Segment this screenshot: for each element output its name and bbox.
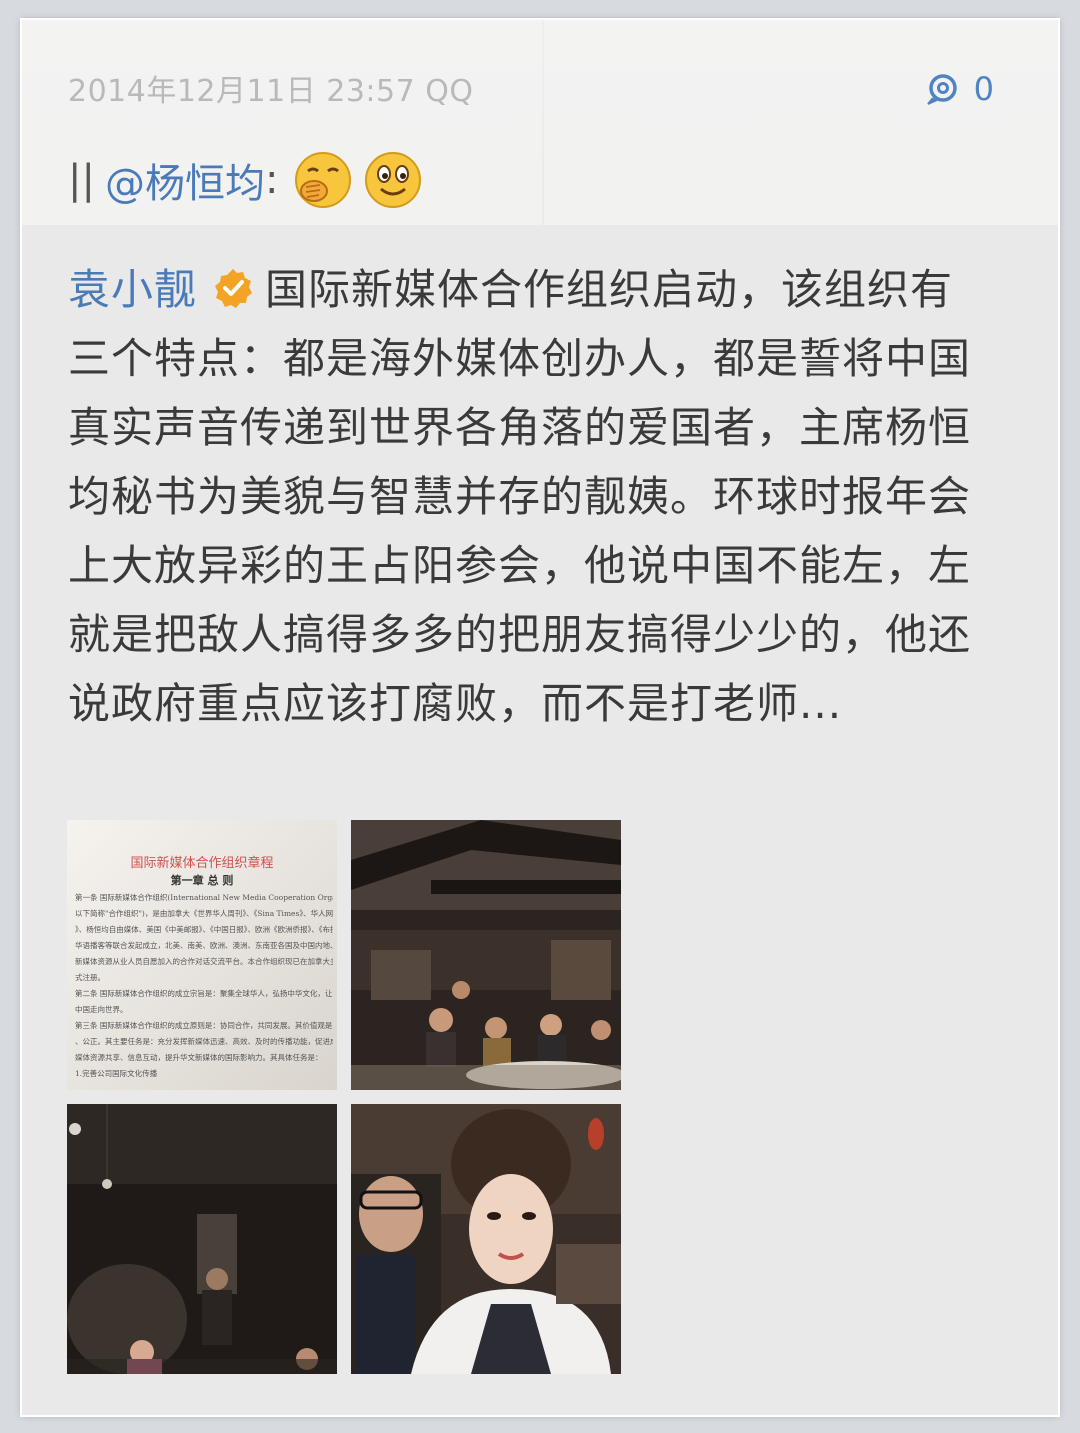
post-text: 国际新媒体合作组织启动，该组织有三个特点：都是海外媒体创办人，都是誓将中国真实声… [68,265,972,728]
document-chapter: 第一章 总 则 [170,874,234,887]
banquet-scene [351,820,621,1090]
repost-separator: || [68,157,95,203]
document-title: 国际新媒体合作组织章程 [130,856,274,871]
document-line: 》、杨恒均自由媒体、美国《中美邮报》、《中国日报》、欧洲《欧洲侨报》、《布拉格时 [75,925,333,934]
document-line: 华语播客等联合发起成立，北美、南美、欧洲、澳洲、东南亚各国及中国内地、港澳台各华 [75,941,333,950]
document-line: 第三条 国际新媒体合作组织的成立原则是：协同合作，共同发展。其价值观是：平 [75,1021,333,1030]
speaker-photo[interactable] [67,1104,337,1374]
comment-button[interactable]: 0 [924,70,994,108]
quoted-post-body: 袁小靓 国际新媒体合作组织启动，该组织有三个特点：都是海外媒体创办人，都是誓将中… [68,255,978,738]
speaker-scene [67,1104,337,1374]
selfie-scene [351,1104,621,1374]
document-photo[interactable]: 国际新媒体合作组织章程 第一章 总 则 第一条 国际新媒体合作组织(Intern… [67,820,337,1090]
mention-link[interactable]: @杨恒均 [105,151,265,209]
comment-count: 0 [973,70,994,108]
verified-badge-icon [215,269,253,308]
screenshot-frame: 2014年12月11日 23:57 QQ 0 || @杨恒均 : 袁小靓 国际新… [0,0,1080,1433]
document-line: 1.完善公司国际文化传播 [75,1069,158,1078]
document-line: 、公正。其主要任务是：充分发挥新媒体迅速、高效、及时的传播功能，促进成员单位 [75,1037,333,1046]
document-line: 第二条 国际新媒体合作组织的成立宗旨是：聚集全球华人，弘扬中华文化，让世界了 [75,989,333,998]
document-body: 第一条 国际新媒体合作组织(International New Media Co… [75,890,333,1082]
document-line: 媒体资源共享、信息互动，提升华文新媒体的国际影响力。其具体任务是： [75,1053,323,1062]
quoted-post[interactable]: 袁小靓 国际新媒体合作组织启动，该组织有三个特点：都是海外媒体创办人，都是誓将中… [22,225,1058,1415]
post-header: 2014年12月11日 23:57 QQ 0 [68,62,1018,112]
repost-comment: || @杨恒均 : [68,140,432,220]
document-line: 以下简称"合作组织")，是由加拿大《世界华人周刊》、《Sina Times》、华… [75,909,333,918]
post-timestamp: 2014年12月11日 23:57 QQ [68,74,474,109]
cover-mouth-emoji-icon [295,152,352,208]
selfie-photo[interactable] [351,1104,621,1374]
comment-icon [926,74,957,105]
document-line: 式注册。 [75,973,105,982]
mention-colon: : [264,157,279,203]
banquet-photo[interactable] [351,820,621,1090]
photo-grid: 国际新媒体合作组织章程 第一章 总 则 第一条 国际新媒体合作组织(Intern… [67,820,627,1380]
document-line: 新媒体资源从业人员自愿加入的合作对话交流平台。本合作组织现已在加拿大多伦多政府和 [75,957,333,966]
author-name[interactable]: 袁小靓 [68,265,197,314]
document-line: 第一条 国际新媒体合作组织(International New Media Co… [75,893,333,902]
smile-emoji-icon [365,152,422,208]
document-line: 中国走向世界。 [75,1005,128,1014]
weibo-card: 2014年12月11日 23:57 QQ 0 || @杨恒均 : 袁小靓 国际新… [22,20,1058,1415]
